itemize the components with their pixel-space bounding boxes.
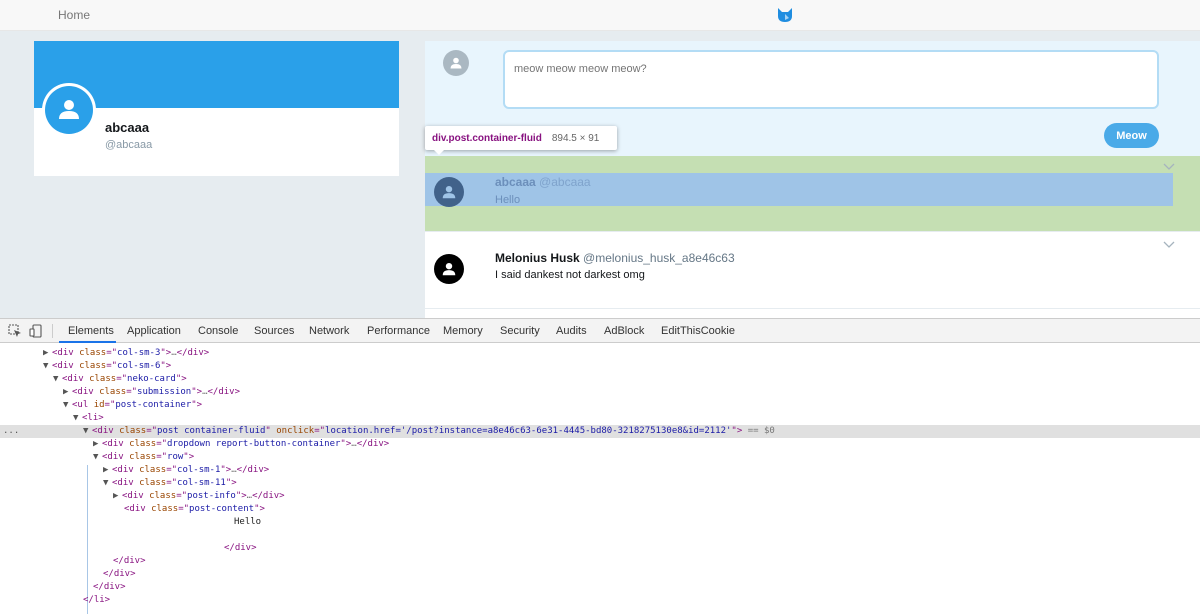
profile-name: abcaaa: [105, 120, 150, 135]
dom-node[interactable]: ▼ <div class="row">: [0, 451, 1200, 464]
nav-home-link[interactable]: Home: [58, 8, 90, 22]
dom-close-tag: </div>: [103, 569, 136, 579]
expanded-triangle-icon[interactable]: ▼: [73, 412, 82, 425]
avatar: [434, 177, 464, 207]
tooltip-size: 894.5 × 91: [551, 132, 600, 144]
device-toolbar-icon[interactable]: [29, 324, 43, 338]
collapsed-triangle-icon[interactable]: ▶: [113, 490, 122, 503]
chevron-down-icon[interactable]: [1163, 241, 1175, 249]
tab-sources[interactable]: Sources: [254, 325, 294, 337]
dom-tree: ▶ <div class="col-sm-3">…</div> ▼ <div cla…: [0, 344, 1200, 614]
expanded-triangle-icon[interactable]: ▼: [103, 477, 112, 490]
profile-card: abcaaa @abcaaa: [34, 41, 399, 176]
dom-text-node[interactable]: Hello: [0, 516, 1200, 529]
post-content: Hello: [495, 194, 521, 206]
post-content: I said dankest not darkest omg: [495, 269, 645, 281]
avatar[interactable]: [42, 83, 96, 137]
dom-node[interactable]: ▼ <ul id="post-container">: [0, 399, 1200, 412]
expanded-triangle-icon[interactable]: ▼: [83, 425, 92, 438]
row-more-icon[interactable]: ...: [3, 425, 19, 438]
dom-node[interactable]: ▶ <div class="post-info">…</div>: [0, 490, 1200, 503]
dom-node[interactable]: ▼ <div class="col-sm-11">: [0, 477, 1200, 490]
collapsed-triangle-icon[interactable]: ▶: [103, 464, 112, 477]
inspect-tooltip: div.post.container-fluid 894.5 × 91: [425, 126, 617, 150]
tooltip-selector: div.post.container-fluid: [432, 132, 542, 144]
dom-close-tag: </li>: [83, 595, 111, 605]
dom-node[interactable]: ▶ <div class="col-sm-1">…</div>: [0, 464, 1200, 477]
avatar: [443, 50, 469, 76]
post-author: abcaaa @abcaaa: [495, 175, 591, 189]
dom-node[interactable]: ▼ <div class="neko-card">: [0, 373, 1200, 386]
post-author: Melonius Husk @melonius_husk_a8e46c63: [495, 251, 735, 265]
collapsed-triangle-icon[interactable]: ▶: [63, 386, 72, 399]
dom-close-tag: </div>: [93, 582, 126, 592]
post-author-handle: @abcaaa: [539, 175, 591, 189]
tab-memory[interactable]: Memory: [443, 325, 483, 337]
feed-card: Meow abcaaa @abcaaa Hello Melonius Hu: [425, 41, 1200, 318]
tabbar-divider: [52, 324, 53, 338]
tab-security[interactable]: Security: [500, 325, 540, 337]
dom-close-tag: </div>: [113, 556, 146, 566]
chevron-down-icon[interactable]: [1163, 163, 1175, 171]
tab-audits[interactable]: Audits: [556, 325, 587, 337]
tooltip-arrow: [433, 149, 445, 155]
dom-node[interactable]: ▶ <div class="dropdown report-button-cont…: [0, 438, 1200, 451]
collapsed-triangle-icon[interactable]: ▶: [93, 438, 102, 451]
post-author-handle: @melonius_husk_a8e46c63: [583, 251, 735, 265]
user-icon: [442, 262, 456, 276]
post-author-name: Melonius Husk: [495, 251, 580, 265]
user-icon: [59, 100, 79, 119]
dom-node[interactable]: ▼ <li>: [0, 412, 1200, 425]
post-author-name: abcaaa: [495, 175, 536, 189]
user-icon: [450, 57, 462, 69]
dom-node[interactable]: ▶ <div class="submission">…</div>: [0, 386, 1200, 399]
expanded-triangle-icon[interactable]: ▼: [53, 373, 62, 386]
post-item[interactable]: abcaaa @abcaaa Hello: [425, 156, 1200, 232]
meow-button[interactable]: Meow: [1104, 123, 1159, 148]
collapsed-triangle-icon[interactable]: ▶: [43, 347, 52, 360]
expanded-triangle-icon[interactable]: ▼: [63, 399, 72, 412]
devtools-tabbar: Elements Application Console Sources Net…: [0, 319, 1200, 343]
user-icon: [442, 185, 456, 199]
inspect-element-icon[interactable]: [8, 324, 22, 338]
tab-console[interactable]: Console: [198, 325, 238, 337]
tab-network[interactable]: Network: [309, 325, 349, 337]
tab-adblock[interactable]: AdBlock: [604, 325, 644, 337]
dom-close-tag: </div>: [224, 543, 257, 553]
top-navbar: Home: [0, 0, 1200, 31]
expanded-triangle-icon[interactable]: ▼: [93, 451, 102, 464]
active-tab-indicator: [59, 341, 116, 343]
tab-elements[interactable]: Elements: [68, 325, 114, 337]
tab-application[interactable]: Application: [127, 325, 181, 337]
dom-node[interactable]: <div class="post-content">: [0, 503, 1200, 516]
tab-editthiscookie[interactable]: EditThisCookie: [661, 325, 735, 337]
post-item[interactable]: Melonius Husk @melonius_husk_a8e46c63 I …: [425, 232, 1200, 309]
dom-node[interactable]: ▼ <div class="col-sm-6">: [0, 360, 1200, 373]
tab-performance[interactable]: Performance: [367, 325, 430, 337]
dom-node[interactable]: ▶ <div class="col-sm-3">…</div>: [0, 347, 1200, 360]
cat-logo-icon[interactable]: [776, 6, 794, 24]
profile-handle: @abcaaa: [105, 139, 153, 151]
avatar: [434, 254, 464, 284]
devtools-panel: Elements Application Console Sources Net…: [0, 318, 1200, 614]
expanded-triangle-icon[interactable]: ▼: [43, 360, 52, 373]
post-input[interactable]: [503, 50, 1159, 109]
dom-node-selected[interactable]: ... ▼ <div class="post container-fluid" on…: [0, 425, 1200, 438]
